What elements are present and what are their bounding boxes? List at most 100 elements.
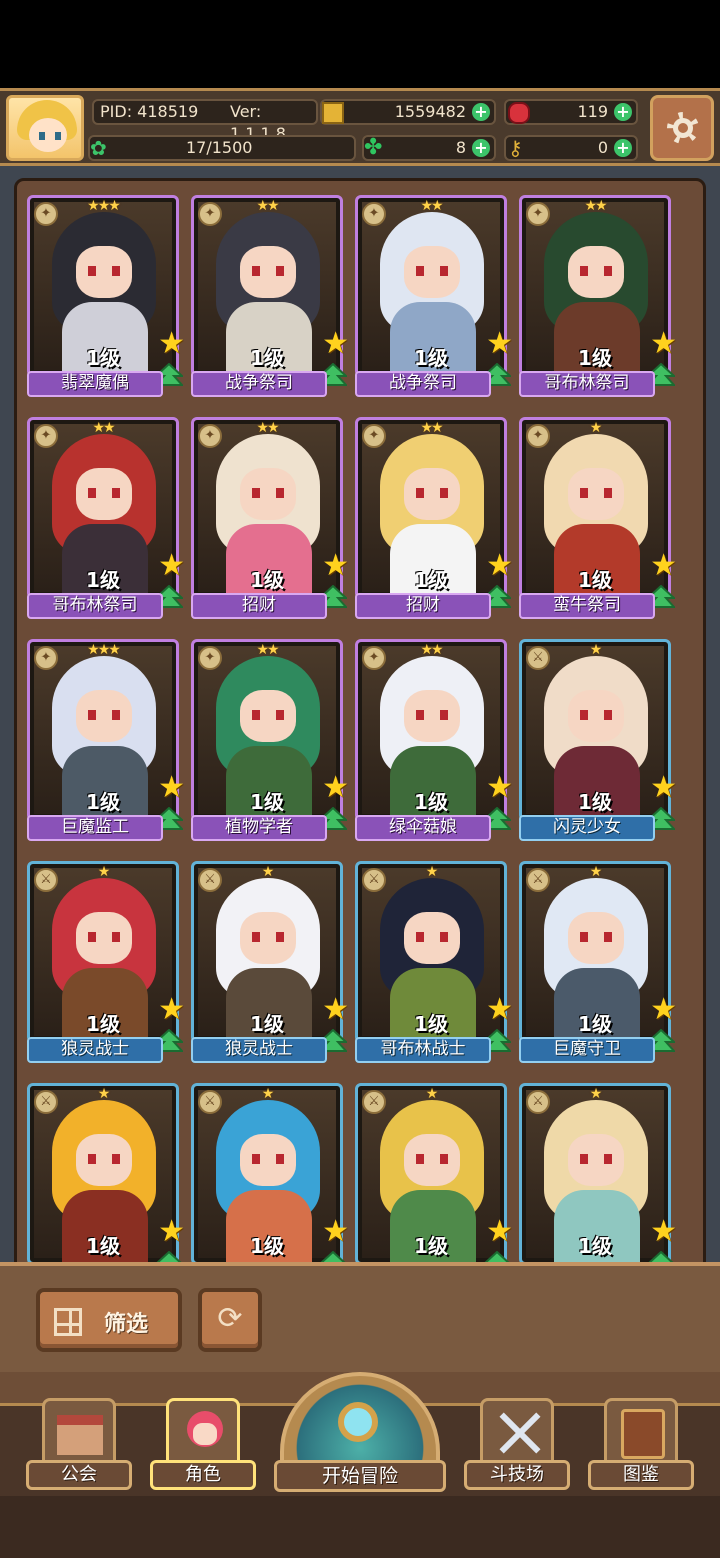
hero-eye-icon: [112, 710, 120, 720]
class-icon: ✦: [362, 202, 386, 226]
hero-eye-icon: [440, 932, 448, 942]
hero-grid: ✦ ★★★ 1级 ★ 翡翠魔偶 ✦ ★★ 1级 ★ 战争祭司 ✦ ★★ 1级 ★ 战争祭司 ✦ ★★ 1级 ★ 哥布林…: [14, 178, 706, 1278]
pid-text: PID: 418519: [100, 102, 199, 121]
settings-button[interactable]: [650, 95, 714, 161]
stamina-bar: ✿ 17/1500: [88, 135, 356, 161]
clover-bar[interactable]: ✤ 8 +: [362, 135, 496, 161]
nav-character[interactable]: 角色: [150, 1398, 256, 1494]
rank-stars: ★: [261, 864, 274, 880]
hero-face: [568, 1134, 624, 1186]
class-icon: ✦: [526, 424, 550, 448]
guild-hall-icon: [42, 1398, 116, 1468]
class-icon: ⚔: [34, 868, 58, 892]
star-upgrade-icon: ★: [486, 992, 513, 1027]
hero-card[interactable]: ⚔ ★ 1级 ★: [191, 1083, 349, 1287]
character-icon: [166, 1398, 240, 1468]
hero-card[interactable]: ⚔ ★ 1级 ★ 巨魔守卫: [519, 861, 677, 1065]
hero-name: 哥布林祭司: [519, 371, 655, 397]
add-keys-icon[interactable]: +: [614, 139, 632, 157]
hero-face: [404, 1134, 460, 1186]
rank-stars: ★: [425, 1086, 438, 1102]
hero-card[interactable]: ⚔ ★ 1级 ★ 哥布林战士: [355, 861, 513, 1065]
rank-stars: ★★: [256, 198, 279, 214]
hero-portrait-frame: ⚔ ★ 1级: [191, 1083, 343, 1265]
hero-card[interactable]: ✦ ★★ 1级 ★ 招财: [355, 417, 513, 621]
hero-portrait-frame: ⚔ ★ 1级: [355, 1083, 507, 1265]
hero-name: 招财: [355, 593, 491, 619]
star-upgrade-icon: ★: [650, 548, 677, 583]
filter-button[interactable]: 筛选: [36, 1288, 182, 1352]
star-upgrade-icon: ★: [158, 548, 185, 583]
ruby-icon: [508, 102, 530, 124]
hero-eye-icon: [276, 710, 284, 720]
hero-eye-icon: [580, 1154, 588, 1164]
hero-card[interactable]: ⚔ ★ 1级 ★ 闪灵少女: [519, 639, 677, 843]
gem-bar[interactable]: 119 +: [504, 99, 638, 125]
hero-name: 战争祭司: [191, 371, 327, 397]
hero-card[interactable]: ✦ ★★ 1级 ★ 招财: [191, 417, 349, 621]
hero-eye-icon: [252, 1154, 260, 1164]
hero-card[interactable]: ⚔ ★ 1级 ★ 狼灵战士: [27, 861, 185, 1065]
star-upgrade-icon: ★: [158, 1214, 185, 1249]
hero-card[interactable]: ✦ ★★ 1级 ★ 哥布林祭司: [519, 195, 677, 399]
star-upgrade-icon: ★: [486, 548, 513, 583]
hero-eye-icon: [252, 488, 260, 498]
add-clover-icon[interactable]: +: [472, 139, 490, 157]
star-upgrade-icon: ★: [158, 326, 185, 361]
hero-face: [240, 1134, 296, 1186]
hero-face: [404, 246, 460, 298]
rank-stars: ★: [425, 864, 438, 880]
rank-stars: ★★: [584, 198, 607, 214]
hero-name: 绿伞菇娘: [355, 815, 491, 841]
star-upgrade-icon: ★: [486, 1214, 513, 1249]
hero-eye-icon: [276, 1154, 284, 1164]
hero-name: 巨魔监工: [27, 815, 163, 841]
add-gold-icon[interactable]: +: [472, 103, 490, 121]
key-icon: ⚷: [508, 136, 523, 160]
star-upgrade-icon: ★: [650, 770, 677, 805]
hero-eye-icon: [440, 488, 448, 498]
hero-card[interactable]: ⚔ ★ 1级 ★: [519, 1083, 677, 1287]
add-gems-icon[interactable]: +: [614, 103, 632, 121]
hero-portrait-frame: ✦ ★★ 1级: [191, 417, 343, 599]
hero-card[interactable]: ⚔ ★ 1级 ★: [27, 1083, 185, 1287]
crossed-swords-icon: [480, 1398, 554, 1468]
nav-character-label: 角色: [150, 1460, 256, 1490]
nav-footer: [0, 1496, 720, 1558]
nav-codex[interactable]: 图鉴: [588, 1398, 694, 1494]
gear-hub: [678, 123, 688, 133]
nav-guild[interactable]: 公会: [26, 1398, 132, 1494]
hero-portrait-frame: ✦ ★★ 1级: [191, 639, 343, 821]
hero-face: [76, 246, 132, 298]
hero-card[interactable]: ✦ ★★ 1级 ★ 植物学者: [191, 639, 349, 843]
avatar-eye-icon: [39, 132, 45, 140]
hero-face: [240, 246, 296, 298]
hero-card[interactable]: ✦ ★★ 1级 ★ 战争祭司: [191, 195, 349, 399]
nav-arena-label: 斗技场: [464, 1460, 570, 1490]
hero-face: [404, 912, 460, 964]
hero-card[interactable]: ⚔ ★ 1级 ★: [355, 1083, 513, 1287]
class-icon: ✦: [526, 202, 550, 226]
nav-arena[interactable]: 斗技场: [464, 1398, 570, 1494]
player-avatar[interactable]: [6, 95, 84, 161]
hero-card[interactable]: ✦ ★★ 1级 ★ 哥布林祭司: [27, 417, 185, 621]
hero-eye-icon: [416, 1154, 424, 1164]
hero-card[interactable]: ⚔ ★ 1级 ★ 狼灵战士: [191, 861, 349, 1065]
start-adventure-button[interactable]: 开始冒险: [274, 1372, 446, 1494]
clover-amount: 8: [455, 138, 466, 157]
hero-card[interactable]: ✦ ★ 1级 ★ 蛮牛祭司: [519, 417, 677, 621]
hero-card[interactable]: ✦ ★★★ 1级 ★ 巨魔监工: [27, 639, 185, 843]
hero-eye-icon: [580, 710, 588, 720]
refresh-button[interactable]: ⟳: [198, 1288, 262, 1352]
hero-name: 狼灵战士: [27, 1037, 163, 1063]
star-upgrade-icon: ★: [322, 326, 349, 361]
filter-label: 筛选: [104, 1312, 149, 1337]
hero-card[interactable]: ✦ ★★★ 1级 ★ 翡翠魔偶: [27, 195, 185, 399]
hero-eye-icon: [604, 1154, 612, 1164]
hero-card[interactable]: ✦ ★★ 1级 ★ 战争祭司: [355, 195, 513, 399]
gold-bar[interactable]: 1559482 +: [320, 99, 496, 125]
codex-book-icon: [621, 1409, 665, 1459]
key-bar[interactable]: ⚷ 0 +: [504, 135, 638, 161]
hero-card[interactable]: ✦ ★★ 1级 ★ 绿伞菇娘: [355, 639, 513, 843]
nav-codex-label: 图鉴: [588, 1460, 694, 1490]
